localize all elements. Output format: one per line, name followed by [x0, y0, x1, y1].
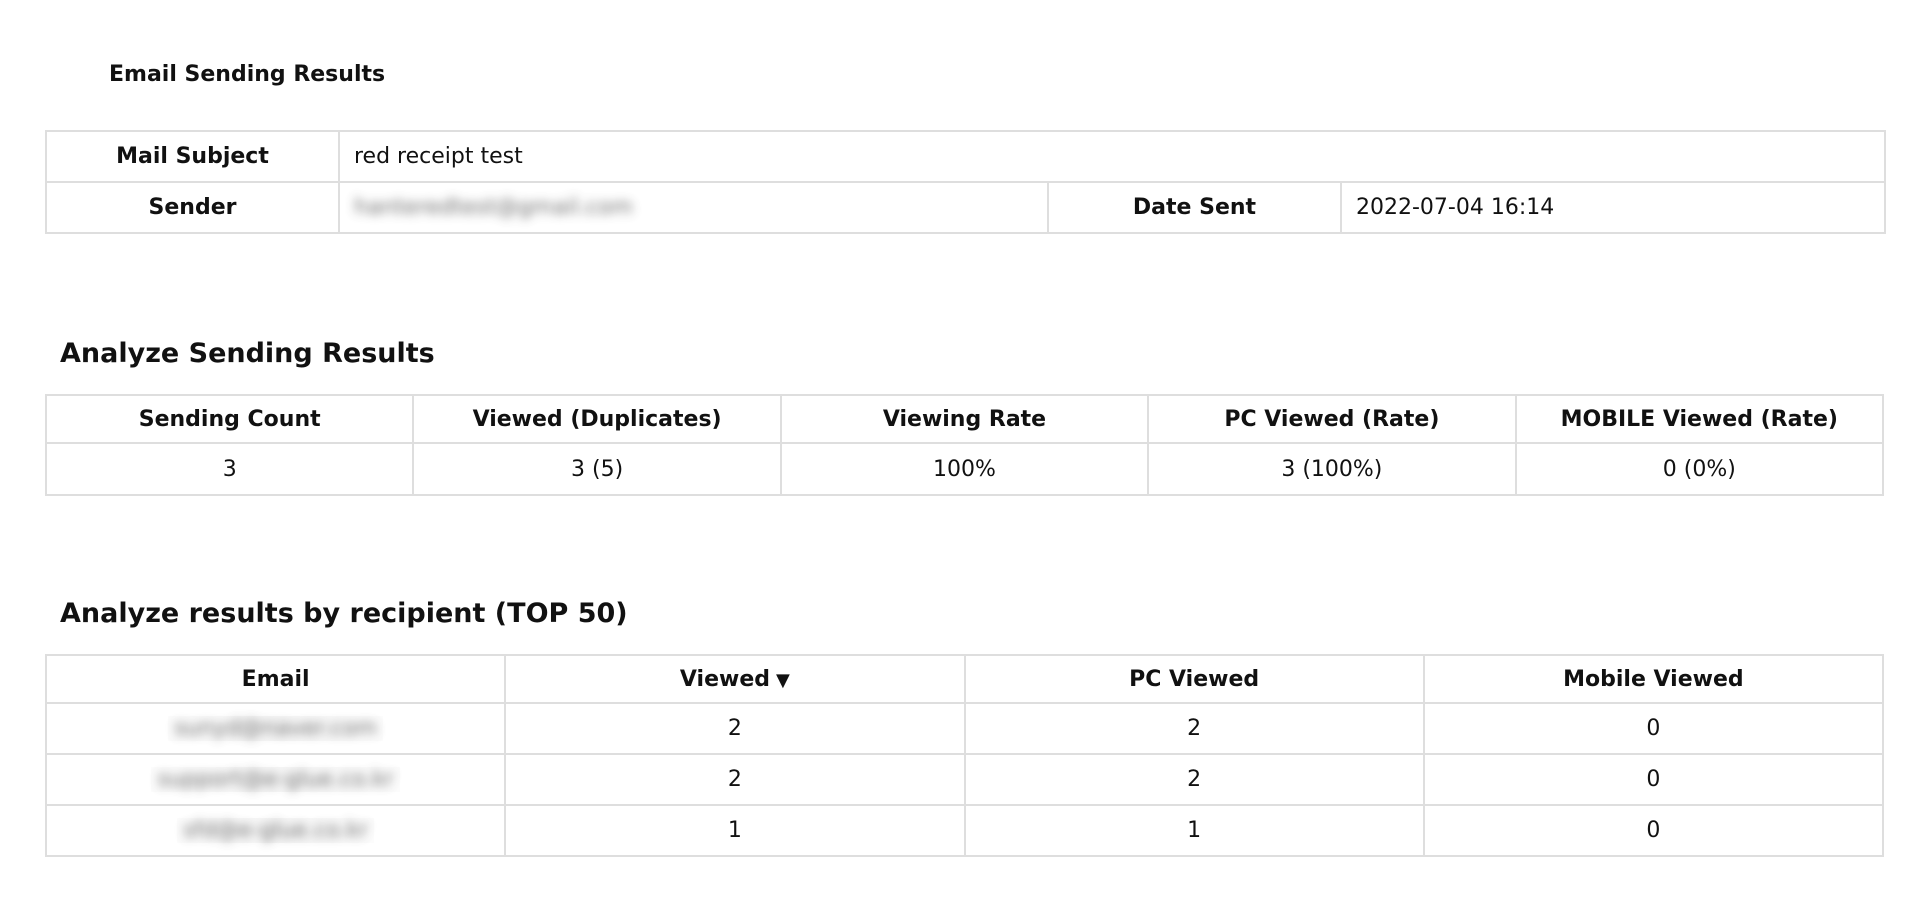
header-email: Email: [44, 654, 507, 704]
summary-section-title: Analyze Sending Results: [60, 338, 435, 369]
table-row: sunyd@naver.com 2 2 0: [44, 702, 1885, 755]
date-sent-value: 2022-07-04 16:14: [1339, 181, 1887, 234]
recipient-email-cell: sfd@e-glue.co.kr: [44, 804, 507, 857]
recipient-email: support@e-glue.co.kr: [157, 767, 394, 792]
header-viewed[interactable]: Viewed ▼: [504, 654, 966, 704]
header-pc-viewed-rate: PC Viewed (Rate): [1147, 394, 1517, 444]
summary-header-row: Sending Count Viewed (Duplicates) Viewin…: [44, 394, 1885, 444]
recipient-mobile-viewed: 0: [1422, 702, 1885, 755]
header-mobile-viewed: Mobile Viewed: [1422, 654, 1885, 704]
recipient-viewed: 1: [504, 804, 966, 857]
recipient-pc-viewed: 1: [963, 804, 1425, 857]
header-viewed-label: Viewed: [679, 666, 770, 692]
summary-value-row: 3 3 (5) 100% 3 (100%) 0 (0%): [44, 442, 1885, 496]
mail-subject-value: red receipt test: [337, 130, 1887, 183]
value-pc-viewed-rate: 3 (100%): [1147, 442, 1517, 496]
mail-subject-label: Mail Subject: [45, 130, 340, 183]
recipient-mobile-viewed: 0: [1422, 804, 1885, 857]
sender-value-cell: hanteredtest@gmail.com: [338, 181, 1049, 234]
recipient-email: sfd@e-glue.co.kr: [183, 818, 369, 843]
value-viewed-duplicates: 3 (5): [412, 442, 782, 496]
recipient-viewed: 2: [504, 702, 966, 755]
page: Email Sending Results Mail Subject red r…: [0, 0, 1920, 897]
value-viewing-rate: 100%: [779, 442, 1150, 496]
sender-row: Sender hanteredtest@gmail.com Date Sent …: [45, 181, 1887, 234]
recipient-email-cell: support@e-glue.co.kr: [44, 753, 507, 806]
recipient-mobile-viewed: 0: [1422, 753, 1885, 806]
header-mobile-viewed-rate: MOBILE Viewed (Rate): [1514, 394, 1885, 444]
recipient-email: sunyd@naver.com: [173, 716, 378, 741]
value-sending-count: 3: [44, 442, 415, 496]
recipient-viewed: 2: [504, 753, 966, 806]
value-mobile-viewed-rate: 0 (0%): [1514, 442, 1885, 496]
mail-subject-row: Mail Subject red receipt test: [45, 130, 1887, 183]
recipients-header-row: Email Viewed ▼ PC Viewed Mobile Viewed: [44, 654, 1885, 704]
header-pc-viewed: PC Viewed: [963, 654, 1425, 704]
recipient-email-cell: sunyd@naver.com: [44, 702, 507, 755]
sender-value: hanteredtest@gmail.com: [354, 195, 633, 220]
page-title: Email Sending Results: [109, 62, 386, 87]
date-sent-label: Date Sent: [1047, 181, 1342, 234]
sender-label: Sender: [45, 181, 340, 234]
table-row: support@e-glue.co.kr 2 2 0: [44, 753, 1885, 806]
mail-info-table: Mail Subject red receipt test Sender han…: [45, 130, 1887, 234]
recipient-pc-viewed: 2: [963, 753, 1425, 806]
recipients-table: Email Viewed ▼ PC Viewed Mobile Viewed su…: [44, 654, 1885, 857]
header-viewed-duplicates: Viewed (Duplicates): [412, 394, 782, 444]
header-sending-count: Sending Count: [44, 394, 415, 444]
header-viewing-rate: Viewing Rate: [779, 394, 1150, 444]
sort-down-icon[interactable]: ▼: [776, 670, 790, 691]
summary-table: Sending Count Viewed (Duplicates) Viewin…: [44, 394, 1885, 496]
recipient-pc-viewed: 2: [963, 702, 1425, 755]
recipients-section-title: Analyze results by recipient (TOP 50): [60, 598, 628, 629]
table-row: sfd@e-glue.co.kr 1 1 0: [44, 804, 1885, 857]
